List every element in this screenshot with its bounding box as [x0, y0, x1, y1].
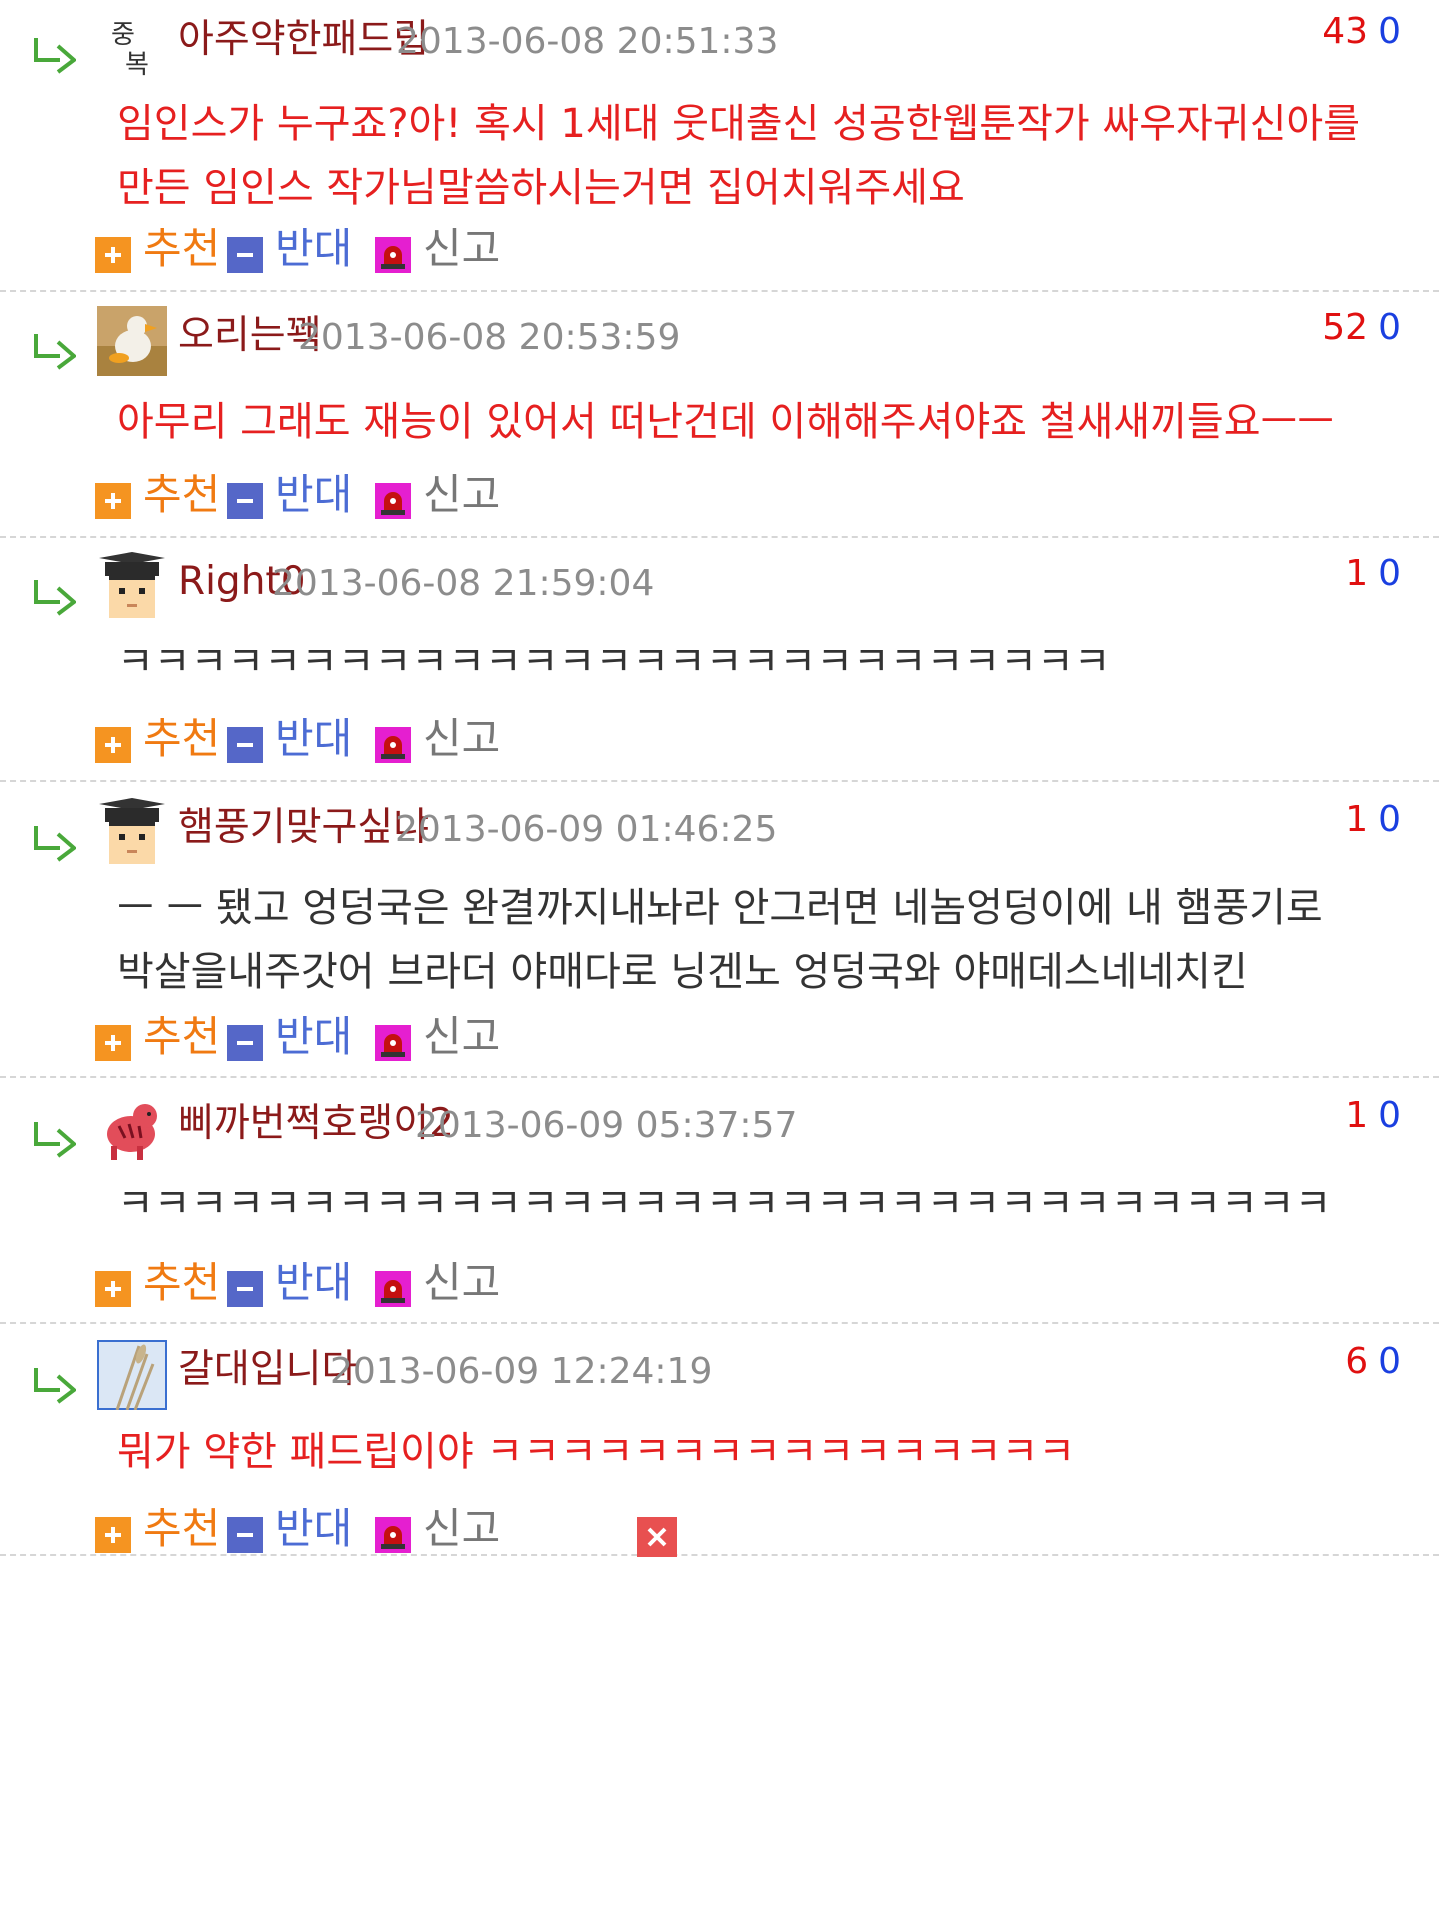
- comment-actions: 추천 반대 신고: [95, 470, 717, 520]
- reply-arrow-icon: [30, 1364, 78, 1404]
- votes-down: 0: [1378, 799, 1401, 840]
- recommend-label: 추천: [143, 1258, 221, 1307]
- votes-up: 6: [1345, 1341, 1369, 1382]
- comment-date: 2013-06-09 12:24:19: [330, 1351, 713, 1392]
- report-label: 신고: [423, 470, 501, 519]
- vote-counts: 52 0: [1322, 310, 1401, 346]
- reply-arrow-icon: [30, 330, 78, 370]
- comment-item: Right0 2013-06-08 21:59:04 1 0 ㅋㅋㅋㅋㅋㅋㅋㅋㅋㅋㅋㅋㅋ…: [0, 538, 1439, 782]
- votes-up: 1: [1345, 1095, 1369, 1136]
- votes-up: 1: [1345, 799, 1369, 840]
- comment-actions: 추천 반대 신고: [95, 1012, 717, 1062]
- oppose-label: 반대: [275, 1504, 353, 1553]
- comment-body: 임인스가 누구죠?아! 혹시 1세대 웃대출신 성공한웹툰작가 싸우자귀신아를 …: [117, 101, 1361, 211]
- comment-body: 뭐가 약한 패드립이야 ㅋㅋㅋㅋㅋㅋㅋㅋㅋㅋㅋㅋㅋㅋㅋㅋ: [117, 1429, 1076, 1475]
- delete-icon[interactable]: [637, 1517, 677, 1557]
- graduate-cap-icon: [97, 798, 167, 868]
- plus-icon: [95, 1517, 131, 1553]
- siren-icon: [375, 727, 411, 763]
- plus-icon: [95, 483, 131, 519]
- red-tiger-icon: [97, 1094, 167, 1164]
- vote-counts: 60: [1345, 1344, 1401, 1380]
- oppose-label: 반대: [275, 714, 353, 763]
- minus-icon: [227, 237, 263, 273]
- oppose-label: 반대: [275, 470, 353, 519]
- comment-item: 오리는꽥 2013-06-08 20:53:59 52 0 아무리 그래도 재능이 있어…: [0, 292, 1439, 538]
- siren-icon: [375, 483, 411, 519]
- comment-actions: 추천 반대 신고: [95, 1258, 717, 1308]
- vote-counts: 43 0: [1322, 14, 1401, 50]
- reply-arrow-icon: [30, 576, 78, 616]
- comment-actions: 추천 반대 신고: [95, 714, 717, 764]
- nickname[interactable]: 삐까번쩍호랭이2: [178, 1104, 454, 1143]
- comment-body: ㅋㅋㅋㅋㅋㅋㅋㅋㅋㅋㅋㅋㅋㅋㅋㅋㅋㅋㅋㅋㅋㅋㅋㅋㅋㅋㅋ: [117, 639, 1111, 685]
- report-label: 신고: [423, 714, 501, 763]
- comment-item: 햄풍기맞구싶냐 2013-06-09 01:46:25 1 0 ㅡ ㅡ 됐고 엉덩국은 …: [0, 782, 1439, 1078]
- recommend-label: 추천: [143, 224, 221, 273]
- oppose-label: 반대: [275, 224, 353, 273]
- comment-date: 2013-06-09 01:46:25: [395, 809, 778, 850]
- comment-body: ㅋㅋㅋㅋㅋㅋㅋㅋㅋㅋㅋㅋㅋㅋㅋㅋㅋㅋㅋㅋㅋㅋㅋㅋㅋㅋㅋㅋㅋㅋㅋㅋㅋ: [117, 1181, 1332, 1227]
- oppose-label: 반대: [275, 1012, 353, 1061]
- votes-down: 0: [1378, 553, 1401, 594]
- minus-icon: [227, 483, 263, 519]
- report-label: 신고: [423, 1012, 501, 1061]
- comment-date: 2013-06-08 21:59:04: [272, 563, 655, 604]
- nickname[interactable]: 햄풍기맞구싶냐: [178, 808, 429, 847]
- votes-down: 0: [1378, 307, 1401, 348]
- comment-actions: 추천 반대 신고: [95, 224, 717, 274]
- vote-counts: 10: [1345, 556, 1401, 592]
- reply-arrow-icon: [30, 1118, 78, 1158]
- vote-counts: 10: [1345, 1098, 1401, 1134]
- minus-icon: [227, 1271, 263, 1307]
- report-label: 신고: [423, 224, 501, 273]
- comment-date: 2013-06-08 20:51:33: [396, 21, 779, 62]
- nickname[interactable]: 아주약한패드립: [178, 20, 429, 59]
- votes-down: 0: [1378, 1341, 1401, 1382]
- siren-icon: [375, 237, 411, 273]
- comment-item: 중 복 아주약한패드립 2013-06-08 20:51:33 43 0 임인스가 누구죠?…: [0, 0, 1439, 292]
- minus-icon: [227, 1025, 263, 1061]
- recommend-label: 추천: [143, 1504, 221, 1553]
- recommend-label: 추천: [143, 1012, 221, 1061]
- minus-icon: [227, 1517, 263, 1553]
- report-label: 신고: [423, 1258, 501, 1307]
- votes-down: 0: [1378, 1095, 1401, 1136]
- siren-icon: [375, 1271, 411, 1307]
- plus-icon: [95, 1025, 131, 1061]
- votes-up: 43: [1322, 11, 1369, 52]
- comment-item: 삐까번쩍호랭이2 2013-06-09 05:37:57 1 0 ㅋㅋㅋㅋㅋㅋㅋㅋㅋㅋㅋ…: [0, 1078, 1439, 1324]
- plus-icon: [95, 1271, 131, 1307]
- recommend-label: 추천: [143, 714, 221, 763]
- votes-up: 1: [1345, 553, 1369, 594]
- comment-item: 갈대입니다 2013-06-09 12:24:19 6 0 뭐가 약한 패드립이야 ㅋㅋ…: [0, 1324, 1439, 1557]
- siren-icon: [375, 1517, 411, 1553]
- avatar: 중복: [97, 10, 167, 80]
- avatar-badge-char: 복: [125, 50, 149, 80]
- duck-photo-icon: [97, 306, 167, 376]
- votes-down: 0: [1378, 11, 1401, 52]
- comment-date: 2013-06-08 20:53:59: [298, 317, 681, 358]
- comment-body: ㅡ ㅡ 됐고 엉덩국은 완결까지내놔라 안그러면 네놈엉덩이에 내 햄풍기로 박…: [117, 885, 1323, 995]
- recommend-label: 추천: [143, 470, 221, 519]
- graduate-cap-icon: [97, 552, 167, 622]
- report-label: 신고: [423, 1504, 501, 1553]
- reply-arrow-icon: [30, 822, 78, 862]
- comment-body: 아무리 그래도 재능이 있어서 떠난건데 이해해주셔야죠 철새새끼들요ㅡㅡ: [117, 399, 1335, 445]
- reply-arrow-icon: [30, 34, 78, 74]
- reed-photo-icon: [97, 1340, 167, 1410]
- minus-icon: [227, 727, 263, 763]
- votes-up: 52: [1322, 307, 1369, 348]
- comment-date: 2013-06-09 05:37:57: [415, 1105, 798, 1146]
- siren-icon: [375, 1025, 411, 1061]
- vote-counts: 10: [1345, 802, 1401, 838]
- comment-actions: 추천 반대 신고: [95, 1504, 717, 1557]
- plus-icon: [95, 237, 131, 273]
- plus-icon: [95, 727, 131, 763]
- oppose-label: 반대: [275, 1258, 353, 1307]
